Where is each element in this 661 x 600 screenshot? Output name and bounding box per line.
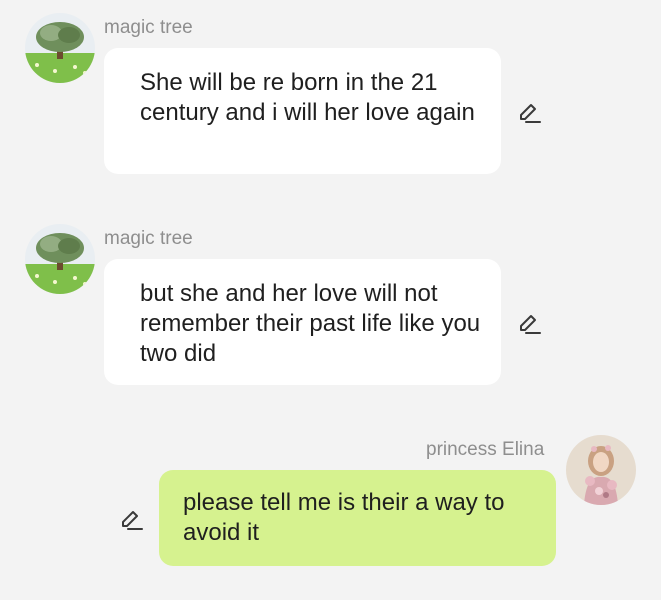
message-bubble[interactable]: She will be re born in the 21 century an… bbox=[104, 48, 501, 174]
sender-name: magic tree bbox=[104, 228, 193, 249]
tree-avatar-image bbox=[25, 224, 95, 294]
tree-avatar-image bbox=[25, 13, 95, 83]
tree-avatar[interactable] bbox=[25, 13, 95, 83]
message-text: please tell me is their a way to avoid i… bbox=[183, 489, 505, 546]
edit-pencil-icon[interactable] bbox=[516, 100, 542, 126]
message-text: but she and her love will not remember t… bbox=[140, 280, 481, 367]
chat-view: magic tree She will be re born in the 21… bbox=[0, 0, 661, 600]
message-bubble[interactable]: but she and her love will not remember t… bbox=[104, 259, 501, 385]
tree-avatar[interactable] bbox=[25, 224, 95, 294]
message-bubble-outgoing[interactable]: please tell me is their a way to avoid i… bbox=[159, 470, 556, 566]
sender-name: princess Elina bbox=[426, 439, 545, 460]
sender-name: magic tree bbox=[104, 17, 193, 38]
edit-pencil-icon[interactable] bbox=[516, 311, 542, 337]
edit-pencil-icon[interactable] bbox=[118, 507, 144, 533]
message-text: She will be re born in the 21 century an… bbox=[140, 69, 475, 126]
flower-girl-avatar[interactable] bbox=[566, 435, 636, 505]
flower-girl-avatar-image bbox=[566, 435, 636, 505]
